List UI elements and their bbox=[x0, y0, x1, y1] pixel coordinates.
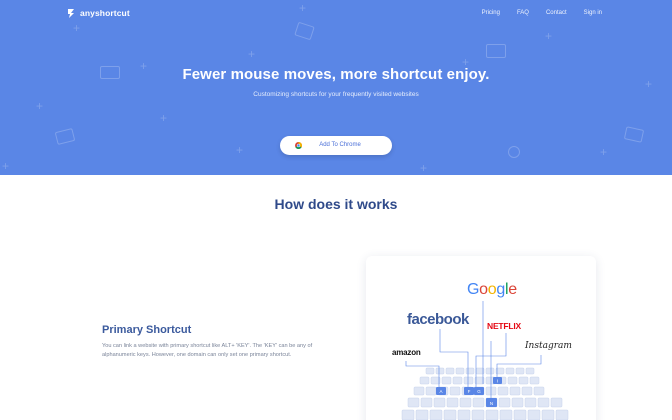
logo-icon bbox=[68, 9, 74, 18]
plus-decoration-icon: + bbox=[545, 29, 553, 43]
plus-decoration-icon: + bbox=[600, 145, 608, 159]
add-to-chrome-button[interactable]: Add To Chrome bbox=[280, 136, 392, 155]
key-label-a: A bbox=[439, 389, 442, 394]
hero-title: Fewer mouse moves, more shortcut enjoy. bbox=[182, 66, 490, 83]
key-label-g: G bbox=[477, 389, 481, 394]
key-label-n: N bbox=[490, 401, 493, 406]
plus-decoration-icon: + bbox=[160, 111, 168, 125]
mail-decoration-icon bbox=[54, 128, 76, 145]
add-to-chrome-label: Add To Chrome bbox=[319, 142, 361, 148]
netflix-logo: NETFLIX bbox=[487, 321, 522, 331]
instagram-logo: Instagram bbox=[525, 341, 572, 351]
brand-name: anyshortcut bbox=[80, 8, 130, 18]
nav-link-pricing[interactable]: Pricing bbox=[482, 10, 500, 16]
nav-link-sign-in[interactable]: Sign in bbox=[584, 10, 602, 16]
hero-section: + + + + + + + + + + + + + anyshortcut Pr… bbox=[0, 0, 672, 175]
mail-decoration-icon bbox=[623, 126, 645, 143]
hero-subtitle: Customizing shortcuts for your frequentl… bbox=[253, 91, 419, 98]
nav-link-faq[interactable]: FAQ bbox=[517, 10, 529, 16]
brand-logo[interactable]: anyshortcut bbox=[66, 8, 130, 18]
keyboard-illustration-card: A F G I N Google facebook NETFLIX amazon… bbox=[366, 256, 596, 420]
plus-decoration-icon: + bbox=[248, 47, 256, 61]
facebook-logo: facebook bbox=[407, 311, 469, 328]
google-logo: Google bbox=[467, 281, 517, 298]
nav-link-contact[interactable]: Contact bbox=[546, 10, 567, 16]
plus-decoration-icon: + bbox=[420, 161, 428, 175]
image-decoration-icon bbox=[294, 21, 315, 41]
primary-shortcut-title: Primary Shortcut bbox=[102, 324, 192, 336]
card-decoration-icon bbox=[486, 44, 506, 58]
primary-shortcut-description: You can link a website with primary shor… bbox=[102, 343, 313, 358]
plus-decoration-icon: + bbox=[2, 159, 10, 173]
key-label-f: F bbox=[468, 389, 471, 394]
how-it-works-title: How does it works bbox=[274, 196, 398, 212]
plus-decoration-icon: + bbox=[236, 143, 244, 157]
amazon-logo: amazon bbox=[392, 348, 421, 357]
top-nav: Pricing FAQ Contact Sign in bbox=[482, 10, 602, 16]
plus-decoration-icon: + bbox=[73, 21, 81, 35]
key-label-i: I bbox=[497, 379, 498, 384]
plus-decoration-icon: + bbox=[36, 99, 44, 113]
circle-decoration-icon bbox=[508, 146, 520, 158]
plus-decoration-icon: + bbox=[299, 1, 307, 15]
